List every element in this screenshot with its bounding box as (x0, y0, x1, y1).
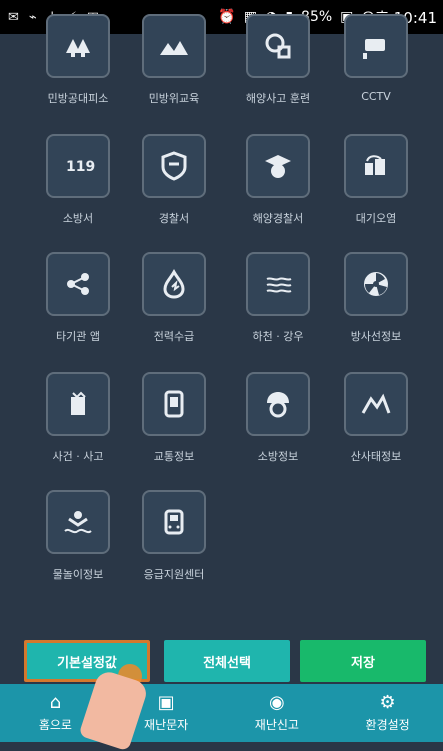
fire-119-icon: 119 (46, 134, 110, 198)
menu-item-label: 소방정보 (257, 450, 299, 463)
nav-label: 재난문자 (144, 717, 189, 732)
shelter-icon (46, 14, 110, 78)
menu-item-police[interactable]: 경찰서 (124, 134, 224, 226)
menu-item-coastguard[interactable]: 해양경찰서 (228, 134, 328, 226)
menu-item-landslide[interactable]: 산사태정보 (326, 372, 426, 464)
menu-item-label: 교통정보 (153, 450, 195, 463)
menu-item-label: 타기관 앱 (56, 330, 100, 343)
menu-item-fire-station[interactable]: 119 소방서 (28, 134, 128, 226)
nav-disaster-report[interactable]: ◉ 재난신고 (222, 684, 333, 742)
river-icon (246, 252, 310, 316)
menu-item-label: 대기오염 (355, 212, 397, 225)
menu-item-label: 해양사고 훈련 (245, 92, 311, 105)
menu-item-other-apps[interactable]: 타기관 앱 (28, 252, 128, 344)
svg-text:119: 119 (66, 159, 95, 175)
menu-item-label: 경찰서 (158, 212, 190, 225)
menu-item-radiation[interactable]: 방사선정보 (326, 252, 426, 344)
action-bar: 기본설정값 전체선택 저장 (0, 634, 443, 684)
menu-item-label: 사건 · 사고 (52, 450, 104, 463)
menu-item-label: 해양경찰서 (252, 212, 304, 225)
police-badge-icon (142, 134, 206, 198)
menu-item-air-pollution[interactable]: 대기오염 (326, 134, 426, 226)
menu-item-label: 하천 · 강우 (252, 330, 304, 343)
settings-icon: ⚙ (379, 691, 396, 713)
coastguard-icon (246, 134, 310, 198)
firefighter-icon (246, 372, 310, 436)
marine-training-icon (246, 14, 310, 78)
menu-item-swimming[interactable]: 물놀이정보 (28, 490, 128, 582)
menu-item-marine-training[interactable]: 해양사고 훈련 (228, 14, 328, 106)
menu-item-label: 민방공대피소 (47, 92, 109, 105)
menu-item-incident[interactable]: 사건 · 사고 (28, 372, 128, 464)
landslide-icon (344, 372, 408, 436)
air-pollution-icon (344, 134, 408, 198)
menu-item-label: CCTV (361, 90, 391, 103)
traffic-icon (142, 372, 206, 436)
bottom-navigation: ⌂ 홈으로 ▣ 재난문자 ◉ 재난신고 ⚙ 환경설정 (0, 684, 443, 742)
swimming-icon (46, 490, 110, 554)
report-icon: ◉ (269, 691, 285, 713)
cctv-icon (344, 14, 408, 78)
menu-item-cctv[interactable]: CCTV (326, 14, 426, 103)
menu-item-label: 산사태정보 (350, 450, 402, 463)
menu-item-label: 방사선정보 (350, 330, 402, 343)
emergency-train-icon (142, 490, 206, 554)
menu-item-river[interactable]: 하천 · 강우 (228, 252, 328, 344)
nav-label: 홈으로 (38, 717, 72, 732)
save-button[interactable]: 저장 (300, 640, 426, 682)
menu-item-label: 전력수급 (153, 330, 195, 343)
share-icon (46, 252, 110, 316)
power-drop-icon (142, 252, 206, 316)
menu-item-civil-defense[interactable]: 민방위교육 (124, 14, 224, 106)
menu-item-power[interactable]: 전력수급 (124, 252, 224, 344)
menu-item-label: 소방서 (62, 212, 94, 225)
nav-label: 환경설정 (365, 717, 410, 732)
nav-label: 재난신고 (254, 717, 299, 732)
menu-grid: 민방공대피소 민방위교육 해양사고 훈련 CCTV 119 소방서 경찰서 해양… (0, 14, 443, 634)
message-icon: ✉ (8, 9, 19, 25)
radiation-icon (344, 252, 408, 316)
menu-item-label: 응급지원센터 (143, 568, 205, 581)
mountain-training-icon (142, 14, 206, 78)
menu-item-traffic[interactable]: 교통정보 (124, 372, 224, 464)
menu-item-firefighter[interactable]: 소방정보 (228, 372, 328, 464)
home-icon: ⌂ (49, 691, 62, 713)
menu-item-label: 물놀이정보 (52, 568, 104, 581)
menu-item-shelter[interactable]: 민방공대피소 (28, 14, 128, 106)
message-icon: ▣ (157, 691, 175, 713)
menu-item-emergency-support[interactable]: 응급지원센터 (124, 490, 224, 582)
menu-item-label: 민방위교육 (148, 92, 200, 105)
select-all-button[interactable]: 전체선택 (164, 640, 290, 682)
incident-icon (46, 372, 110, 436)
nav-settings[interactable]: ⚙ 환경설정 (332, 684, 443, 742)
